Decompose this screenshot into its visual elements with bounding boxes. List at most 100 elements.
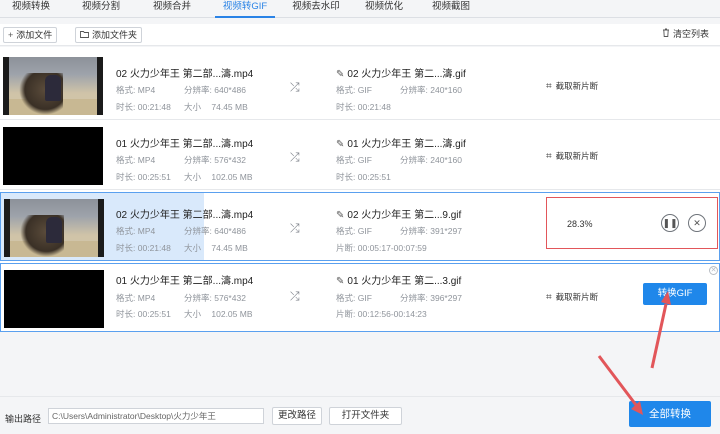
- tab-video-convert[interactable]: 视频转换: [2, 0, 60, 18]
- output-format: 格式: GIF: [336, 225, 372, 237]
- output-path-field[interactable]: C:\Users\Administrator\Desktop\火力少年王: [48, 408, 264, 424]
- clip-label: 截取新片断: [555, 151, 599, 161]
- open-folder-button[interactable]: 打开文件夹: [329, 407, 402, 425]
- format-value: GIF: [357, 85, 372, 95]
- size-label: 大小: [184, 172, 202, 182]
- output-file-name[interactable]: ✎ 02 火力少年王 第二...濤.gif: [336, 65, 466, 80]
- source-size: 大小 74.45 MB: [184, 242, 248, 254]
- remove-row-button[interactable]: ✕: [709, 266, 718, 275]
- time-value: 00:21:48: [357, 102, 391, 112]
- format-label: 格式:: [116, 293, 136, 303]
- change-path-button[interactable]: 更改路径: [272, 407, 322, 425]
- format-label: 格式:: [116, 226, 136, 236]
- format-value: MP4: [137, 226, 156, 236]
- list-item[interactable]: 01 火力少年王 第二部...濤.mp4 格式: MP4 分辨率: 576*43…: [0, 263, 720, 332]
- tab-video-split[interactable]: 视频分割: [71, 0, 131, 18]
- clip-segment-button[interactable]: ⌗ 截取新片断: [546, 291, 598, 303]
- progress-percent: 28.3%: [567, 219, 593, 229]
- cancel-button[interactable]: ✕: [688, 214, 706, 232]
- time-label: 时长:: [336, 102, 356, 112]
- source-resolution: 分辨率: 576*432: [184, 292, 246, 304]
- add-file-button[interactable]: + 添加文件: [3, 27, 58, 43]
- shuffle-icon: ⤮: [290, 221, 300, 235]
- convert-gif-button[interactable]: 转换GIF: [643, 283, 707, 305]
- source-file-name: 02 火力少年王 第二部...濤.mp4: [116, 210, 254, 221]
- size-value: 102.05 MB: [211, 309, 253, 319]
- output-duration: 时长: 00:21:48: [336, 101, 391, 113]
- format-value: MP4: [137, 155, 156, 165]
- format-value: GIF: [357, 155, 372, 165]
- source-size: 大小 102.05 MB: [184, 171, 253, 183]
- add-folder-label: 添加文件夹: [92, 30, 138, 40]
- list-item[interactable]: 02 火力少年王 第二部...濤.mp4 格式: MP4 分辨率: 640*48…: [0, 51, 720, 120]
- output-format: 格式: GIF: [336, 292, 372, 304]
- output-file-name-text: 01 火力少年王 第二...濤.gif: [347, 139, 466, 150]
- output-path-label: 输出路径: [5, 414, 42, 424]
- clear-list-button[interactable]: 清空列表: [658, 27, 714, 43]
- trash-icon: [662, 27, 670, 41]
- duration-value: 00:21:48: [137, 102, 171, 112]
- resolution-label: 分辨率:: [400, 226, 428, 236]
- add-folder-button[interactable]: 添加文件夹: [75, 27, 143, 43]
- format-value: MP4: [137, 293, 156, 303]
- duration-value: 00:25:51: [137, 172, 171, 182]
- resolution-value: 396*297: [430, 293, 462, 303]
- shuffle-icon: ⤮: [290, 289, 300, 303]
- size-label: 大小: [184, 243, 202, 253]
- source-file-name: 02 火力少年王 第二部...濤.mp4: [116, 69, 254, 80]
- pencil-icon[interactable]: ✎: [336, 69, 344, 80]
- video-thumbnail: [4, 270, 104, 328]
- tab-video-screenshot[interactable]: 视频截图: [425, 0, 477, 18]
- output-format: 格式: GIF: [336, 154, 372, 166]
- resolution-value: 391*297: [430, 226, 462, 236]
- size-label: 大小: [184, 309, 202, 319]
- clip-segment-button[interactable]: ⌗ 截取新片断: [546, 150, 598, 162]
- size-value: 74.45 MB: [211, 243, 248, 253]
- format-label: 格式:: [336, 226, 356, 236]
- source-format: 格式: MP4: [116, 154, 155, 166]
- source-duration: 时长: 00:25:51: [116, 308, 171, 320]
- output-format: 格式: GIF: [336, 84, 372, 96]
- output-file-name-text: 02 火力少年王 第二...9.gif: [347, 210, 462, 221]
- convert-all-button[interactable]: 全部转换: [629, 401, 711, 427]
- tab-video-to-gif[interactable]: 视频转GIF: [215, 0, 275, 18]
- resolution-label: 分辨率:: [400, 85, 428, 95]
- output-file-name[interactable]: ✎ 01 火力少年王 第二...3.gif: [336, 272, 461, 287]
- pause-button[interactable]: ❚❚: [661, 214, 679, 232]
- tab-video-optimize[interactable]: 视频优化: [358, 0, 410, 18]
- pencil-icon[interactable]: ✎: [336, 139, 344, 150]
- pencil-icon[interactable]: ✎: [336, 276, 344, 287]
- format-label: 格式:: [336, 85, 356, 95]
- source-resolution: 分辨率: 576*432: [184, 154, 246, 166]
- source-size: 大小 102.05 MB: [184, 308, 253, 320]
- crop-icon: ⌗: [546, 292, 552, 303]
- tab-video-merge[interactable]: 视频合并: [142, 0, 202, 18]
- crop-icon: ⌗: [546, 81, 552, 92]
- shuffle-icon: ⤮: [290, 80, 300, 94]
- video-thumbnail: [3, 127, 103, 185]
- output-resolution: 分辨率: 391*297: [400, 225, 462, 237]
- resolution-label: 分辨率:: [400, 293, 428, 303]
- format-label: 格式:: [336, 293, 356, 303]
- pencil-icon[interactable]: ✎: [336, 210, 344, 221]
- time-label: 时长:: [336, 172, 356, 182]
- output-file-name[interactable]: ✎ 01 火力少年王 第二...濤.gif: [336, 135, 466, 150]
- clip-segment-button[interactable]: ⌗ 截取新片断: [546, 80, 598, 92]
- toolbar: + 添加文件 添加文件夹 清空列表: [0, 24, 720, 46]
- resolution-value: 576*432: [214, 293, 246, 303]
- footer-bar: 输出路径 C:\Users\Administrator\Desktop\火力少年…: [0, 396, 720, 434]
- format-value: GIF: [357, 226, 372, 236]
- source-format: 格式: MP4: [116, 225, 155, 237]
- progress-annotation-box: 28.3% ❚❚ ✕: [546, 197, 718, 249]
- output-file-name[interactable]: ✎ 02 火力少年王 第二...9.gif: [336, 206, 461, 221]
- output-resolution: 分辨率: 240*160: [400, 154, 462, 166]
- format-label: 格式:: [116, 155, 136, 165]
- source-resolution: 分辨率: 640*486: [184, 84, 246, 96]
- resolution-value: 240*160: [430, 155, 462, 165]
- tab-remove-watermark[interactable]: 视频去水印: [286, 0, 346, 18]
- source-file-name: 01 火力少年王 第二部...濤.mp4: [116, 276, 254, 287]
- list-item[interactable]: 01 火力少年王 第二部...濤.mp4 格式: MP4 分辨率: 576*43…: [0, 121, 720, 190]
- list-item[interactable]: 02 火力少年王 第二部...濤.mp4 格式: MP4 分辨率: 640*48…: [0, 192, 720, 261]
- duration-label: 时长:: [116, 243, 136, 253]
- resolution-label: 分辨率:: [184, 293, 212, 303]
